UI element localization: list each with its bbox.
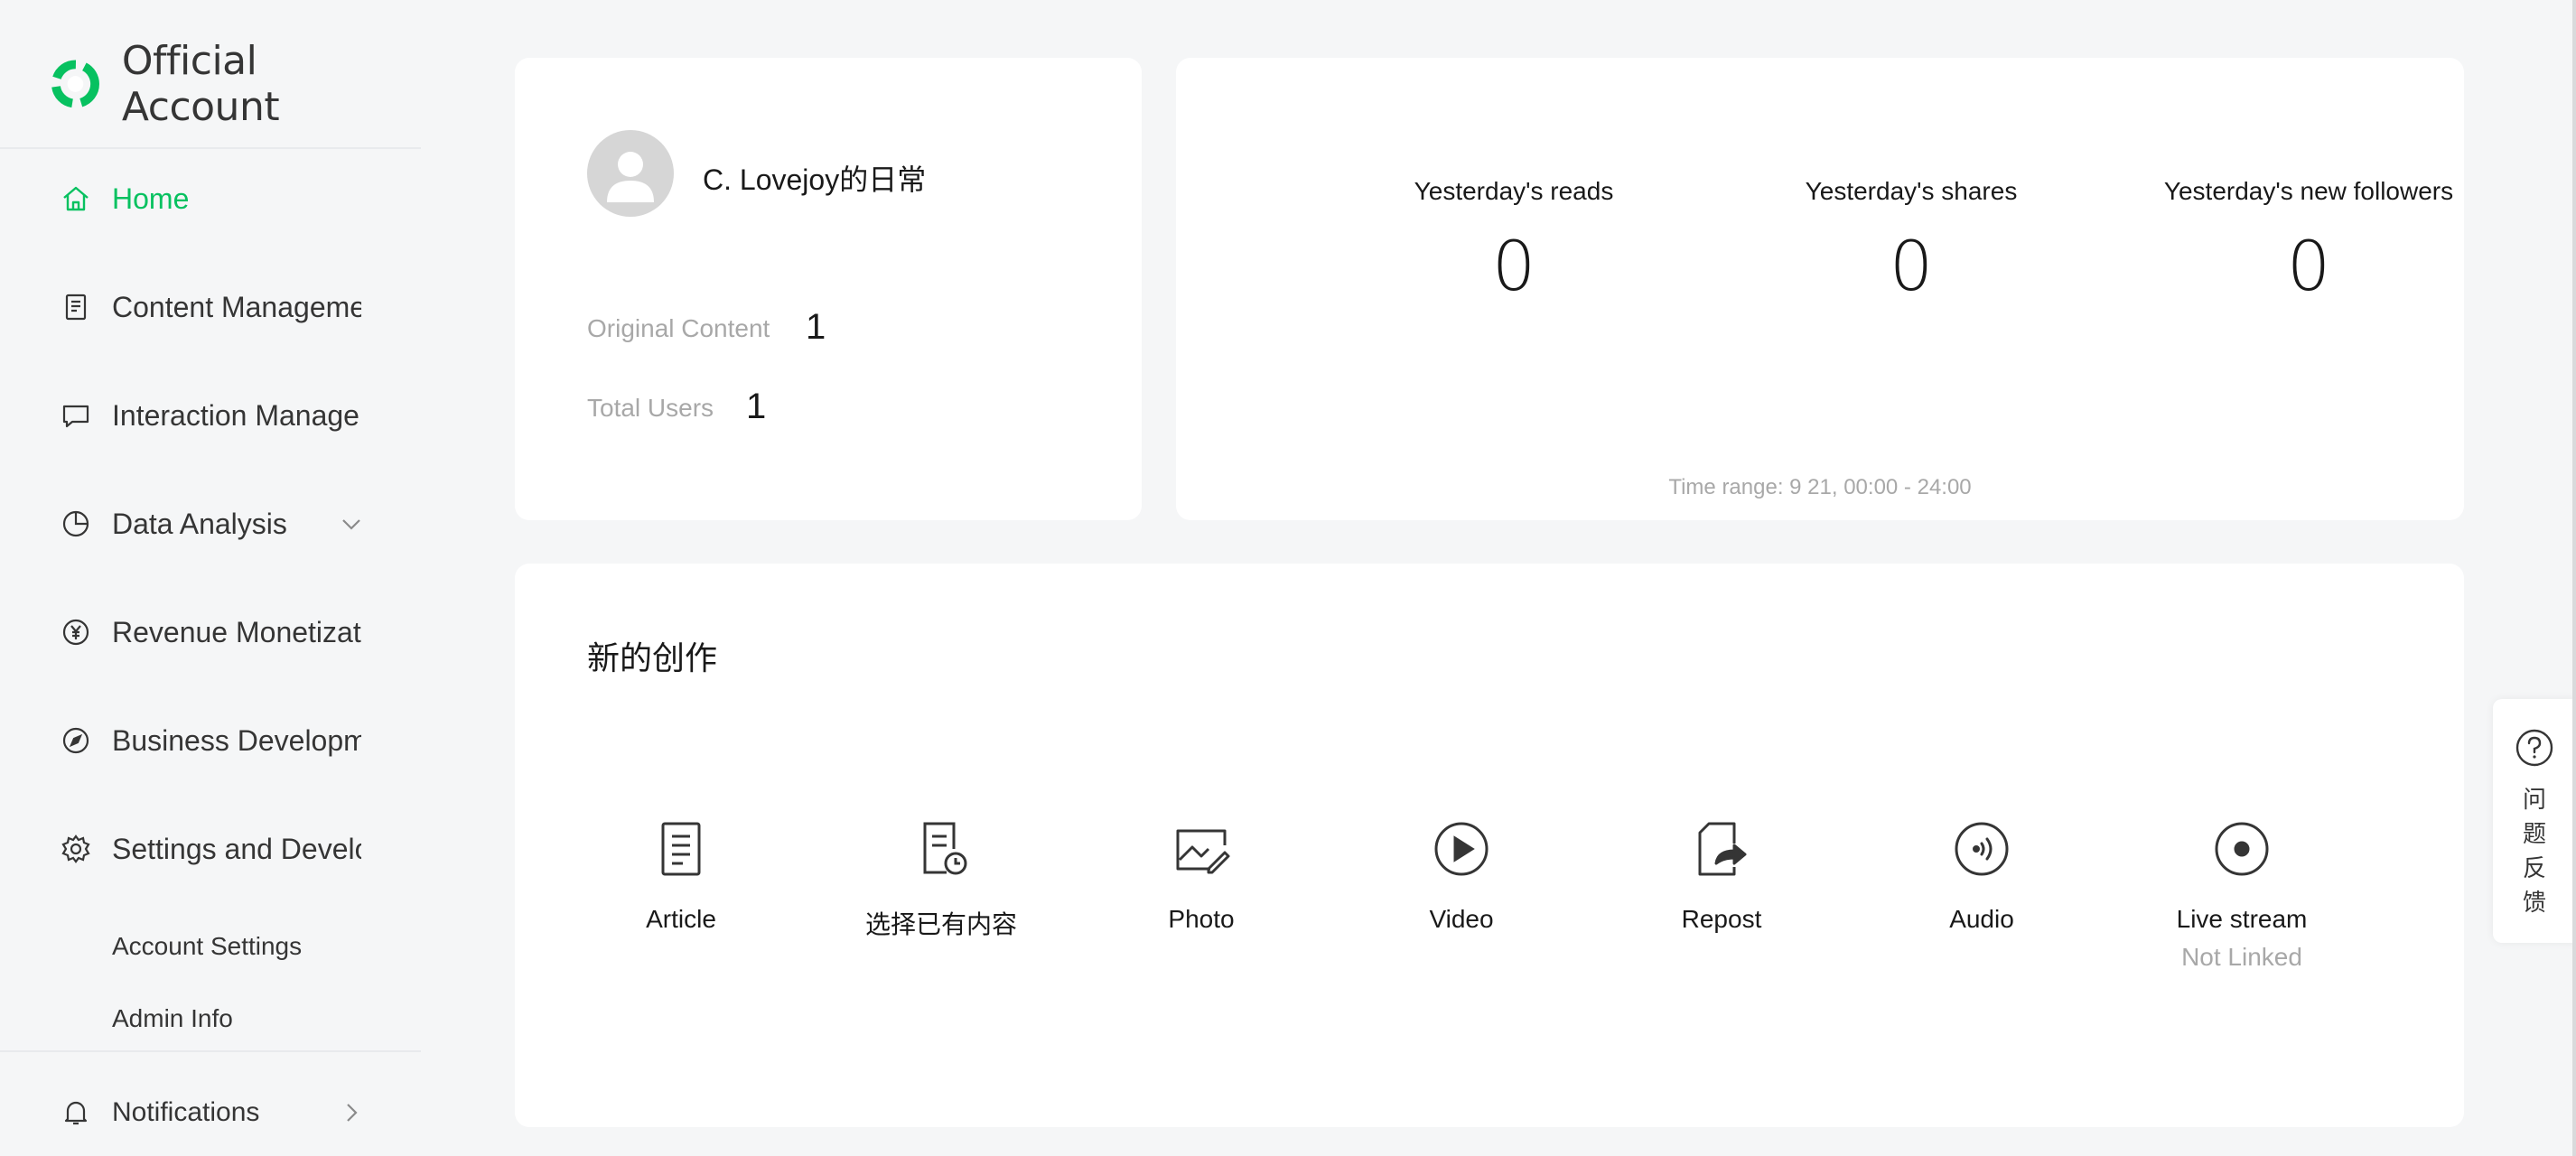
sidebar-item-settings-development[interactable]: Settings and Development	[58, 822, 365, 876]
pie-chart-icon	[58, 506, 94, 542]
create-audio-button[interactable]: Audio	[1855, 816, 2108, 934]
create-video-button[interactable]: Video	[1335, 816, 1588, 934]
sidebar-item-label: Revenue Monetization	[112, 615, 361, 648]
original-content-label: Original Content	[587, 314, 770, 342]
existing-content-icon	[923, 822, 967, 875]
avatar[interactable]	[587, 130, 674, 217]
metric-label: Yesterday's new followers	[2163, 177, 2454, 205]
chevron-down-icon[interactable]	[338, 510, 365, 537]
tool-label: Photo	[1168, 905, 1235, 933]
sidebar-item-revenue-monetization[interactable]: Revenue Monetization	[58, 605, 365, 659]
sidebar-item-label: Interaction Management	[112, 398, 361, 432]
metric-label: Yesterday's reads	[1414, 177, 1614, 205]
metric-shares: Yesterday's shares 0	[1722, 177, 2101, 306]
original-content-value: 1	[806, 307, 826, 347]
sidebar: Official Account Home Content Management…	[0, 0, 421, 1156]
user-silhouette-icon	[607, 152, 654, 202]
metric-value: 0	[1491, 226, 1536, 306]
time-range: Time range: 9 21, 00:00 - 24:00	[1668, 475, 1972, 499]
document-icon	[58, 289, 94, 325]
create-photo-button[interactable]: Photo	[1075, 816, 1328, 934]
repost-icon	[1698, 822, 1747, 876]
divider	[0, 1050, 421, 1052]
section-title: 新的创作	[587, 639, 718, 676]
metric-reads: Yesterday's reads 0	[1324, 177, 1703, 306]
metric-label: Yesterday's shares	[1805, 177, 2018, 205]
new-creation-card: 新的创作 Article 选择已有内容 Photo Video Repost A…	[515, 564, 2464, 1127]
tool-label: Audio	[1949, 905, 2014, 933]
sidebar-item-content-management[interactable]: Content Management	[58, 280, 365, 334]
profile-card: C. Lovejoy的日常 Original Content 1 Total U…	[515, 58, 1142, 520]
divider	[0, 147, 421, 149]
brand-logo-icon	[51, 60, 99, 108]
sidebar-item-label: Data Analysis	[112, 507, 287, 540]
sidebar-item-data-analysis[interactable]: Data Analysis	[58, 497, 365, 551]
feedback-char: 馈	[2522, 889, 2546, 916]
total-users-label: Total Users	[587, 394, 714, 422]
photo-icon	[1176, 829, 1230, 874]
feedback-char: 题	[2522, 820, 2546, 847]
create-repost-button[interactable]: Repost	[1595, 816, 1848, 934]
video-icon	[1434, 822, 1489, 876]
audio-icon	[1955, 822, 2009, 876]
scrollbar[interactable]	[2572, 0, 2576, 1156]
tool-label: Video	[1429, 905, 1494, 933]
notifications-label: Notifications	[112, 1097, 260, 1127]
feedback-button[interactable]: 问 题 反 馈	[2493, 699, 2576, 943]
sidebar-item-home[interactable]: Home	[58, 172, 365, 226]
sidebar-item-business-development[interactable]: Business Development	[58, 713, 365, 768]
live-stream-status: Not Linked	[2181, 943, 2302, 971]
metric-value: 0	[2286, 226, 2331, 306]
sidebar-item-label: Settings and Development	[112, 832, 361, 865]
sidebar-item-label: Home	[112, 182, 190, 215]
tool-label: Repost	[1681, 905, 1762, 933]
sidebar-item-interaction-management[interactable]: Interaction Management	[58, 388, 365, 443]
account-name: C. Lovejoy的日常	[703, 163, 927, 196]
question-icon	[2515, 729, 2553, 767]
metric-new-followers: Yesterday's new followers 0	[2119, 177, 2498, 306]
sidebar-item-label: Content Management	[112, 290, 361, 323]
create-article-button[interactable]: Article	[555, 816, 807, 934]
brand[interactable]: Official Account	[49, 38, 421, 130]
sidebar-item-label: Business Development	[112, 723, 361, 757]
total-users-value: 1	[746, 387, 767, 426]
tool-label: Article	[646, 905, 716, 933]
chevron-right-icon	[347, 1104, 358, 1122]
message-icon	[58, 397, 94, 434]
feedback-label: 问 题 反 馈	[2493, 782, 2576, 919]
feedback-char: 反	[2522, 854, 2546, 881]
select-existing-content-button[interactable]: 选择已有内容	[815, 816, 1068, 941]
brand-name: Official Account	[121, 38, 280, 130]
tool-label: Live stream	[2176, 905, 2308, 933]
yuan-icon	[58, 614, 94, 650]
gear-icon	[58, 831, 94, 867]
create-live-stream-button[interactable]: Live stream Not Linked	[2115, 816, 2368, 972]
live-stream-icon	[2215, 822, 2269, 876]
sidebar-item-notifications[interactable]: Notifications	[58, 1087, 365, 1138]
home-icon	[58, 181, 94, 217]
sidebar-subitem-account-settings[interactable]: Account Settings	[112, 932, 302, 961]
bell-icon	[58, 1095, 94, 1131]
tool-label: 选择已有内容	[864, 910, 1017, 938]
compass-icon	[58, 722, 94, 759]
article-icon	[661, 822, 701, 876]
metric-value: 0	[1889, 226, 1934, 306]
feedback-char: 问	[2522, 786, 2546, 813]
stats-card: Yesterday's reads 0 Yesterday's shares 0…	[1176, 58, 2464, 520]
sidebar-subitem-admin-info[interactable]: Admin Info	[112, 1004, 233, 1033]
